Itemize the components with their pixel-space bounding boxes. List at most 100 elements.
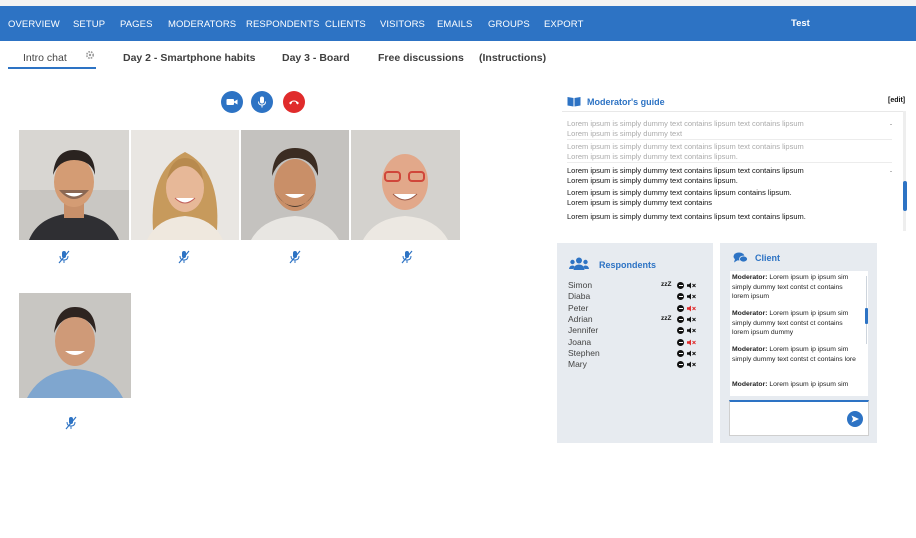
tab-day-3[interactable]: Day 3 - Board: [282, 52, 350, 64]
guide-entry-marker: [890, 171, 892, 172]
respondent-name[interactable]: Diaba: [568, 291, 590, 301]
guide-entry: Lorem ipsum is simply dummy text contain…: [567, 212, 832, 222]
guide-entry-line: Lorem ipsum is simply dummy text contain…: [567, 175, 738, 185]
speaker-muted-icon[interactable]: [687, 361, 696, 368]
guide-divider: [567, 162, 892, 163]
guide-scrollbar-thumb[interactable]: [903, 181, 907, 211]
nav-emails[interactable]: EMAILS: [437, 19, 472, 30]
speaker-muted-icon[interactable]: [687, 316, 696, 323]
guide-entry: Lorem ipsum is simply dummy text contain…: [567, 142, 832, 161]
tab-day-2[interactable]: Day 2 - Smartphone habits: [123, 52, 255, 64]
phone-hangup-icon: [289, 100, 299, 105]
respondent-name[interactable]: Stephen: [568, 348, 600, 358]
active-tab-indicator: [8, 67, 96, 69]
message-author: Moderator:: [732, 310, 768, 317]
message-text: Lorem ipsum ip ipsum sim: [769, 381, 849, 388]
hang-up-button[interactable]: [283, 91, 305, 113]
respondent-name[interactable]: Jennifer: [568, 325, 598, 335]
muted-microphone-icon[interactable]: [178, 250, 190, 264]
guide-entry: Lorem ipsum is simply dummy text contain…: [567, 188, 832, 207]
participant-video-3: [241, 130, 349, 240]
chat-message: Moderator: Lorem ipsum ip ipsum sim simp…: [732, 345, 860, 364]
chat-message: Moderator: Lorem ipsum ip ipsum sim: [732, 380, 860, 390]
send-icon: [851, 415, 859, 423]
guide-entry: Lorem ipsum is simply dummy text contain…: [567, 166, 832, 185]
camera-button[interactable]: [221, 91, 243, 113]
client-title: Client: [755, 253, 781, 263]
send-button[interactable]: [847, 411, 863, 427]
respondent-name[interactable]: Joana: [568, 337, 591, 347]
participant-photo: [241, 130, 349, 240]
respondent-name[interactable]: Adrian: [568, 314, 593, 324]
message-author: Moderator:: [732, 274, 768, 281]
participant-video-2: [131, 130, 239, 240]
participant-photo: [351, 130, 460, 240]
muted-microphone-icon[interactable]: [65, 416, 77, 430]
muted-microphone-icon[interactable]: [289, 250, 301, 264]
guide-entry-line: Lorem ipsum is simply dummy text contain…: [567, 197, 713, 207]
gear-icon[interactable]: [85, 50, 95, 60]
idle-indicator: zzZ: [661, 314, 672, 322]
participant-photo: [131, 130, 239, 240]
speaker-muted-icon[interactable]: [687, 339, 696, 346]
guide-entry-line: Lorem ipsum is simply dummy text contain…: [567, 142, 804, 151]
participant-photo: [19, 130, 129, 240]
client-scrollbar-thumb[interactable]: [865, 308, 868, 324]
respondents-title: Respondents: [599, 260, 657, 270]
remove-icon[interactable]: [677, 282, 684, 289]
guide-header-divider: [562, 111, 906, 112]
remove-icon[interactable]: [677, 304, 684, 312]
idle-indicator: zzZ: [661, 281, 672, 288]
microphone-icon: [258, 96, 266, 108]
guide-entry-line: Lorem ipsum is simply dummy text contain…: [567, 166, 804, 175]
video-camera-icon: [226, 99, 238, 105]
message-author: Moderator:: [732, 346, 768, 353]
guide-entry: Lorem ipsum is simply dummy text contain…: [567, 119, 832, 138]
chat-bubbles-icon: [733, 252, 748, 263]
speaker-muted-icon[interactable]: [687, 327, 696, 334]
speaker-muted-icon[interactable]: [687, 305, 696, 312]
guide-edit-link[interactable]: [edit]: [888, 97, 905, 104]
tab-instructions[interactable]: (Instructions): [479, 52, 546, 64]
guide-divider: [567, 139, 892, 140]
speaker-muted-icon[interactable]: [687, 350, 696, 357]
speaker-muted-icon[interactable]: [687, 282, 696, 289]
nav-groups[interactable]: GROUPS: [488, 19, 530, 30]
chat-message: Moderator: Lorem ipsum ip ipsum sim simp…: [732, 273, 860, 302]
chat-message: Moderator: Lorem ipsum ip ipsum sim simp…: [732, 309, 860, 338]
nav-visitors[interactable]: VISITORS: [380, 19, 425, 30]
respondent-name[interactable]: Peter: [568, 303, 588, 313]
guide-scrollbar[interactable]: [903, 111, 906, 231]
nav-overview[interactable]: OVERVIEW: [8, 19, 60, 30]
nav-export[interactable]: EXPORT: [544, 19, 584, 30]
tab-free-discussions[interactable]: Free discussions: [378, 52, 464, 64]
remove-icon[interactable]: [677, 349, 684, 357]
nav-respondents[interactable]: RESPONDENTS: [246, 19, 319, 30]
participant-video-5: [19, 293, 131, 398]
guide-entry-line: Lorem ipsum is simply dummy text contain…: [567, 188, 792, 197]
nav-setup[interactable]: SETUP: [73, 19, 105, 30]
guide-title: Moderator's guide: [587, 97, 665, 107]
participant-video-4: [351, 130, 460, 240]
respondent-name[interactable]: Simon: [568, 280, 592, 290]
remove-icon[interactable]: [677, 338, 684, 346]
muted-microphone-icon[interactable]: [58, 250, 70, 264]
nav-pages[interactable]: PAGES: [120, 19, 153, 30]
microphone-button[interactable]: [251, 91, 273, 113]
nav-moderators[interactable]: MODERATORS: [168, 19, 236, 30]
participant-photo: [19, 293, 131, 398]
respondent-name[interactable]: Mary: [568, 359, 587, 369]
muted-microphone-icon[interactable]: [401, 250, 413, 264]
participant-video-1: [19, 130, 129, 240]
guide-entry-marker: [890, 124, 892, 125]
book-icon: [567, 97, 581, 107]
nav-clients[interactable]: CLIENTS: [325, 19, 366, 30]
speaker-muted-icon[interactable]: [687, 293, 696, 300]
user-name[interactable]: Test: [791, 18, 810, 29]
message-author: Moderator:: [732, 381, 768, 388]
tab-intro-chat[interactable]: Intro chat: [23, 52, 67, 64]
guide-entry-line: Lorem ipsum is simply dummy text: [567, 128, 683, 138]
session-tabs: Intro chat Day 2 - Smartphone habits Day…: [0, 41, 916, 71]
guide-entry-line: Lorem ipsum is simply dummy text contain…: [567, 212, 806, 221]
remove-icon[interactable]: [677, 315, 684, 323]
